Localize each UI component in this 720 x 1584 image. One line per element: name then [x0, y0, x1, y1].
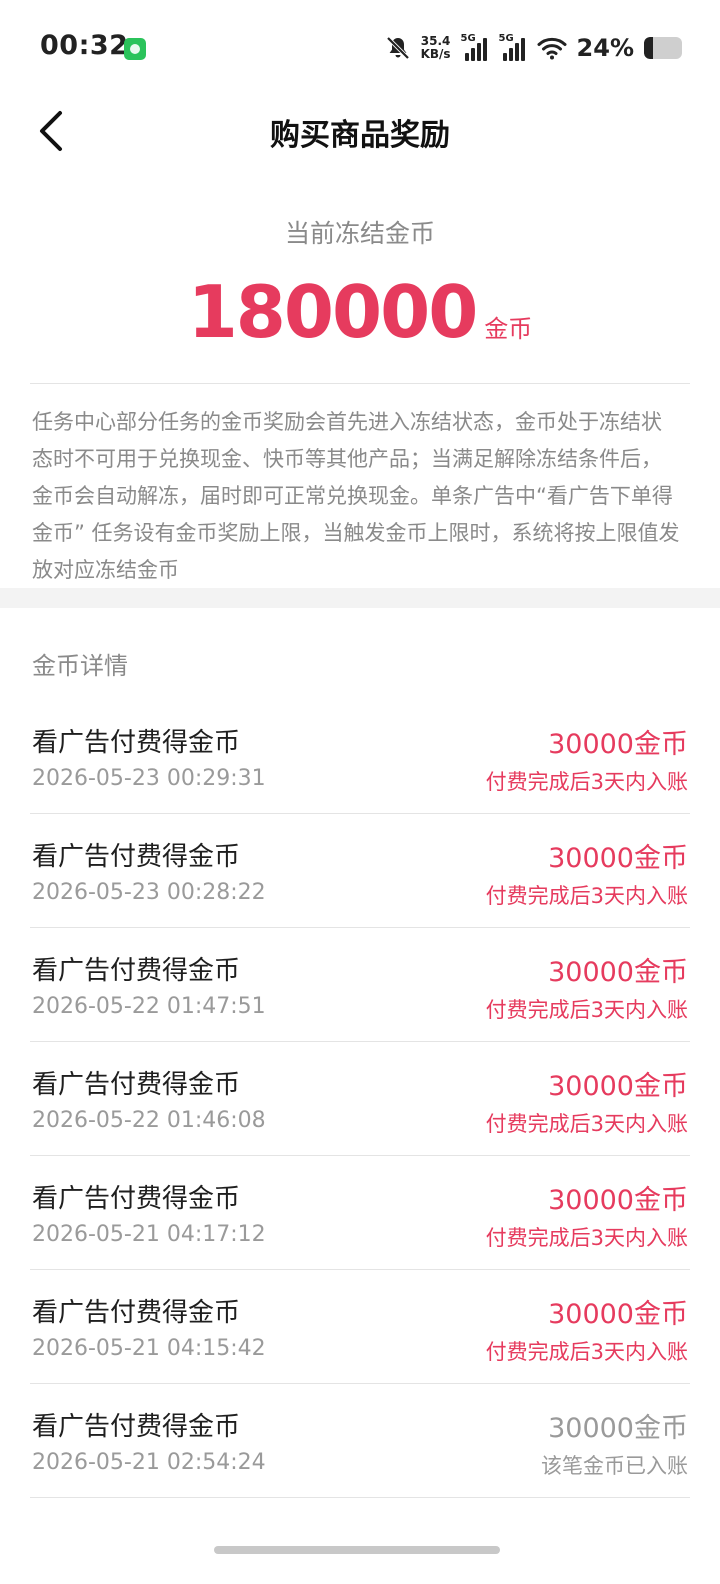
record-title: 看广告付费得金币 [32, 956, 241, 986]
status-time: 00:32 [40, 30, 129, 61]
notice-text: 任务中心部分任务的金币奖励会首先进入冻结状态，金币处于冻结状态时不可用于兑换现金… [32, 410, 680, 582]
wifi-icon [537, 37, 567, 60]
record-amount: 30000金币 [548, 1185, 688, 1216]
record-title: 看广告付费得金币 [32, 1412, 241, 1442]
list-item[interactable]: 看广告付费得金币 2026-05-23 00:28:22 30000金币付费完成后3… [30, 814, 690, 928]
record-status: 付费完成后3天内入账 [485, 884, 688, 908]
record-amount: 30000金币 [548, 1413, 688, 1444]
record-title: 看广告付费得金币 [32, 1184, 241, 1214]
records-list: 看广告付费得金币 2026-05-23 00:29:31 30000金币 付费完成后3… [30, 700, 690, 1498]
record-time: 2026-05-23 00:28:22 [32, 880, 266, 905]
record-title: 看广告付费得金币 [32, 1070, 241, 1100]
section-title: 金币详情 [32, 652, 128, 680]
list-item[interactable]: 看广告付费得金币 2026-05-23 00:29:31 30000金币付费完成后3… [30, 700, 690, 814]
signal-icon-2: 5G [499, 33, 527, 63]
list-item[interactable]: 看广告付费得金币 2026-05-21 02:54:24 30000金币该笔金币已入… [30, 1384, 690, 1498]
record-time: 2026-05-21 02:54:24 [32, 1450, 266, 1475]
mute-bell-icon [386, 36, 409, 60]
signal-icon: 5G [461, 33, 489, 63]
battery-icon [644, 37, 682, 59]
wechat-badge-icon [124, 38, 146, 60]
section-separator [0, 588, 720, 608]
record-title: 看广告付费得金币 [32, 842, 241, 872]
frozen-coins-unit: 金币 [484, 315, 533, 343]
record-time: 2026-05-21 04:15:42 [32, 1336, 266, 1361]
record-status: 付费完成后3天内入账 [485, 998, 688, 1022]
frozen-coins-label: 当前冻结金币 [284, 219, 435, 248]
record-amount: 30000金币 [548, 1299, 688, 1330]
record-status: 付费完成后3天内入账 [485, 1340, 688, 1364]
net-speed-unit: KB/s [420, 47, 451, 61]
status-icons: 35.4 KB/s 5G 5G 24% [385, 28, 682, 68]
signal-label-2: 5G [498, 33, 514, 44]
list-item[interactable]: 看广告付费得金币 2026-05-22 01:46:08 30000金币付费完成后3… [30, 1042, 690, 1156]
divider [30, 383, 690, 384]
record-title: 看广告付费得金币 [32, 728, 241, 758]
frozen-coins-amount-row: 180000 金币 [0, 270, 720, 354]
signal-label: 5G [460, 33, 476, 44]
net-speed: 35.4 KB/s [421, 35, 451, 61]
home-indicator[interactable] [214, 1546, 500, 1554]
nav-bar: 购买商品奖励 [0, 96, 720, 166]
list-item[interactable]: 看广告付费得金币 2026-05-22 01:47:51 30000金币付费完成后3… [30, 928, 690, 1042]
record-amount: 30000金币 [548, 843, 688, 874]
record-status: 付费完成后3天内入账 [485, 770, 688, 794]
page: 00:32 35.4 KB/s 5G 5G 24% 购买商品奖励 当前冻结金币 … [0, 0, 720, 1584]
record-amount: 30000金币 [548, 729, 688, 760]
record-title: 看广告付费得金币 [32, 1298, 241, 1328]
list-item[interactable]: 看广告付费得金币 2026-05-21 04:15:42 30000金币付费完成后3… [30, 1270, 690, 1384]
record-status: 付费完成后3天内入账 [485, 1112, 688, 1136]
battery-fill [644, 37, 654, 59]
page-title: 购买商品奖励 [270, 118, 450, 153]
battery-percent: 24% [576, 34, 634, 62]
record-time: 2026-05-22 01:46:08 [32, 1108, 266, 1133]
record-time: 2026-05-21 04:17:12 [32, 1222, 266, 1247]
record-time: 2026-05-23 00:29:31 [32, 766, 266, 791]
record-amount: 30000金币 [548, 1071, 688, 1102]
status-bar: 00:32 35.4 KB/s 5G 5G 24% [0, 0, 720, 96]
record-status: 该笔金币已入账 [541, 1454, 688, 1478]
record-status: 付费完成后3天内入账 [485, 1226, 688, 1250]
record-time: 2026-05-22 01:47:51 [32, 994, 266, 1019]
frozen-coins-amount: 180000 [187, 270, 479, 354]
list-item[interactable]: 看广告付费得金币 2026-05-21 04:17:12 30000金币付费完成后3… [30, 1156, 690, 1270]
record-amount: 30000金币 [548, 957, 688, 988]
